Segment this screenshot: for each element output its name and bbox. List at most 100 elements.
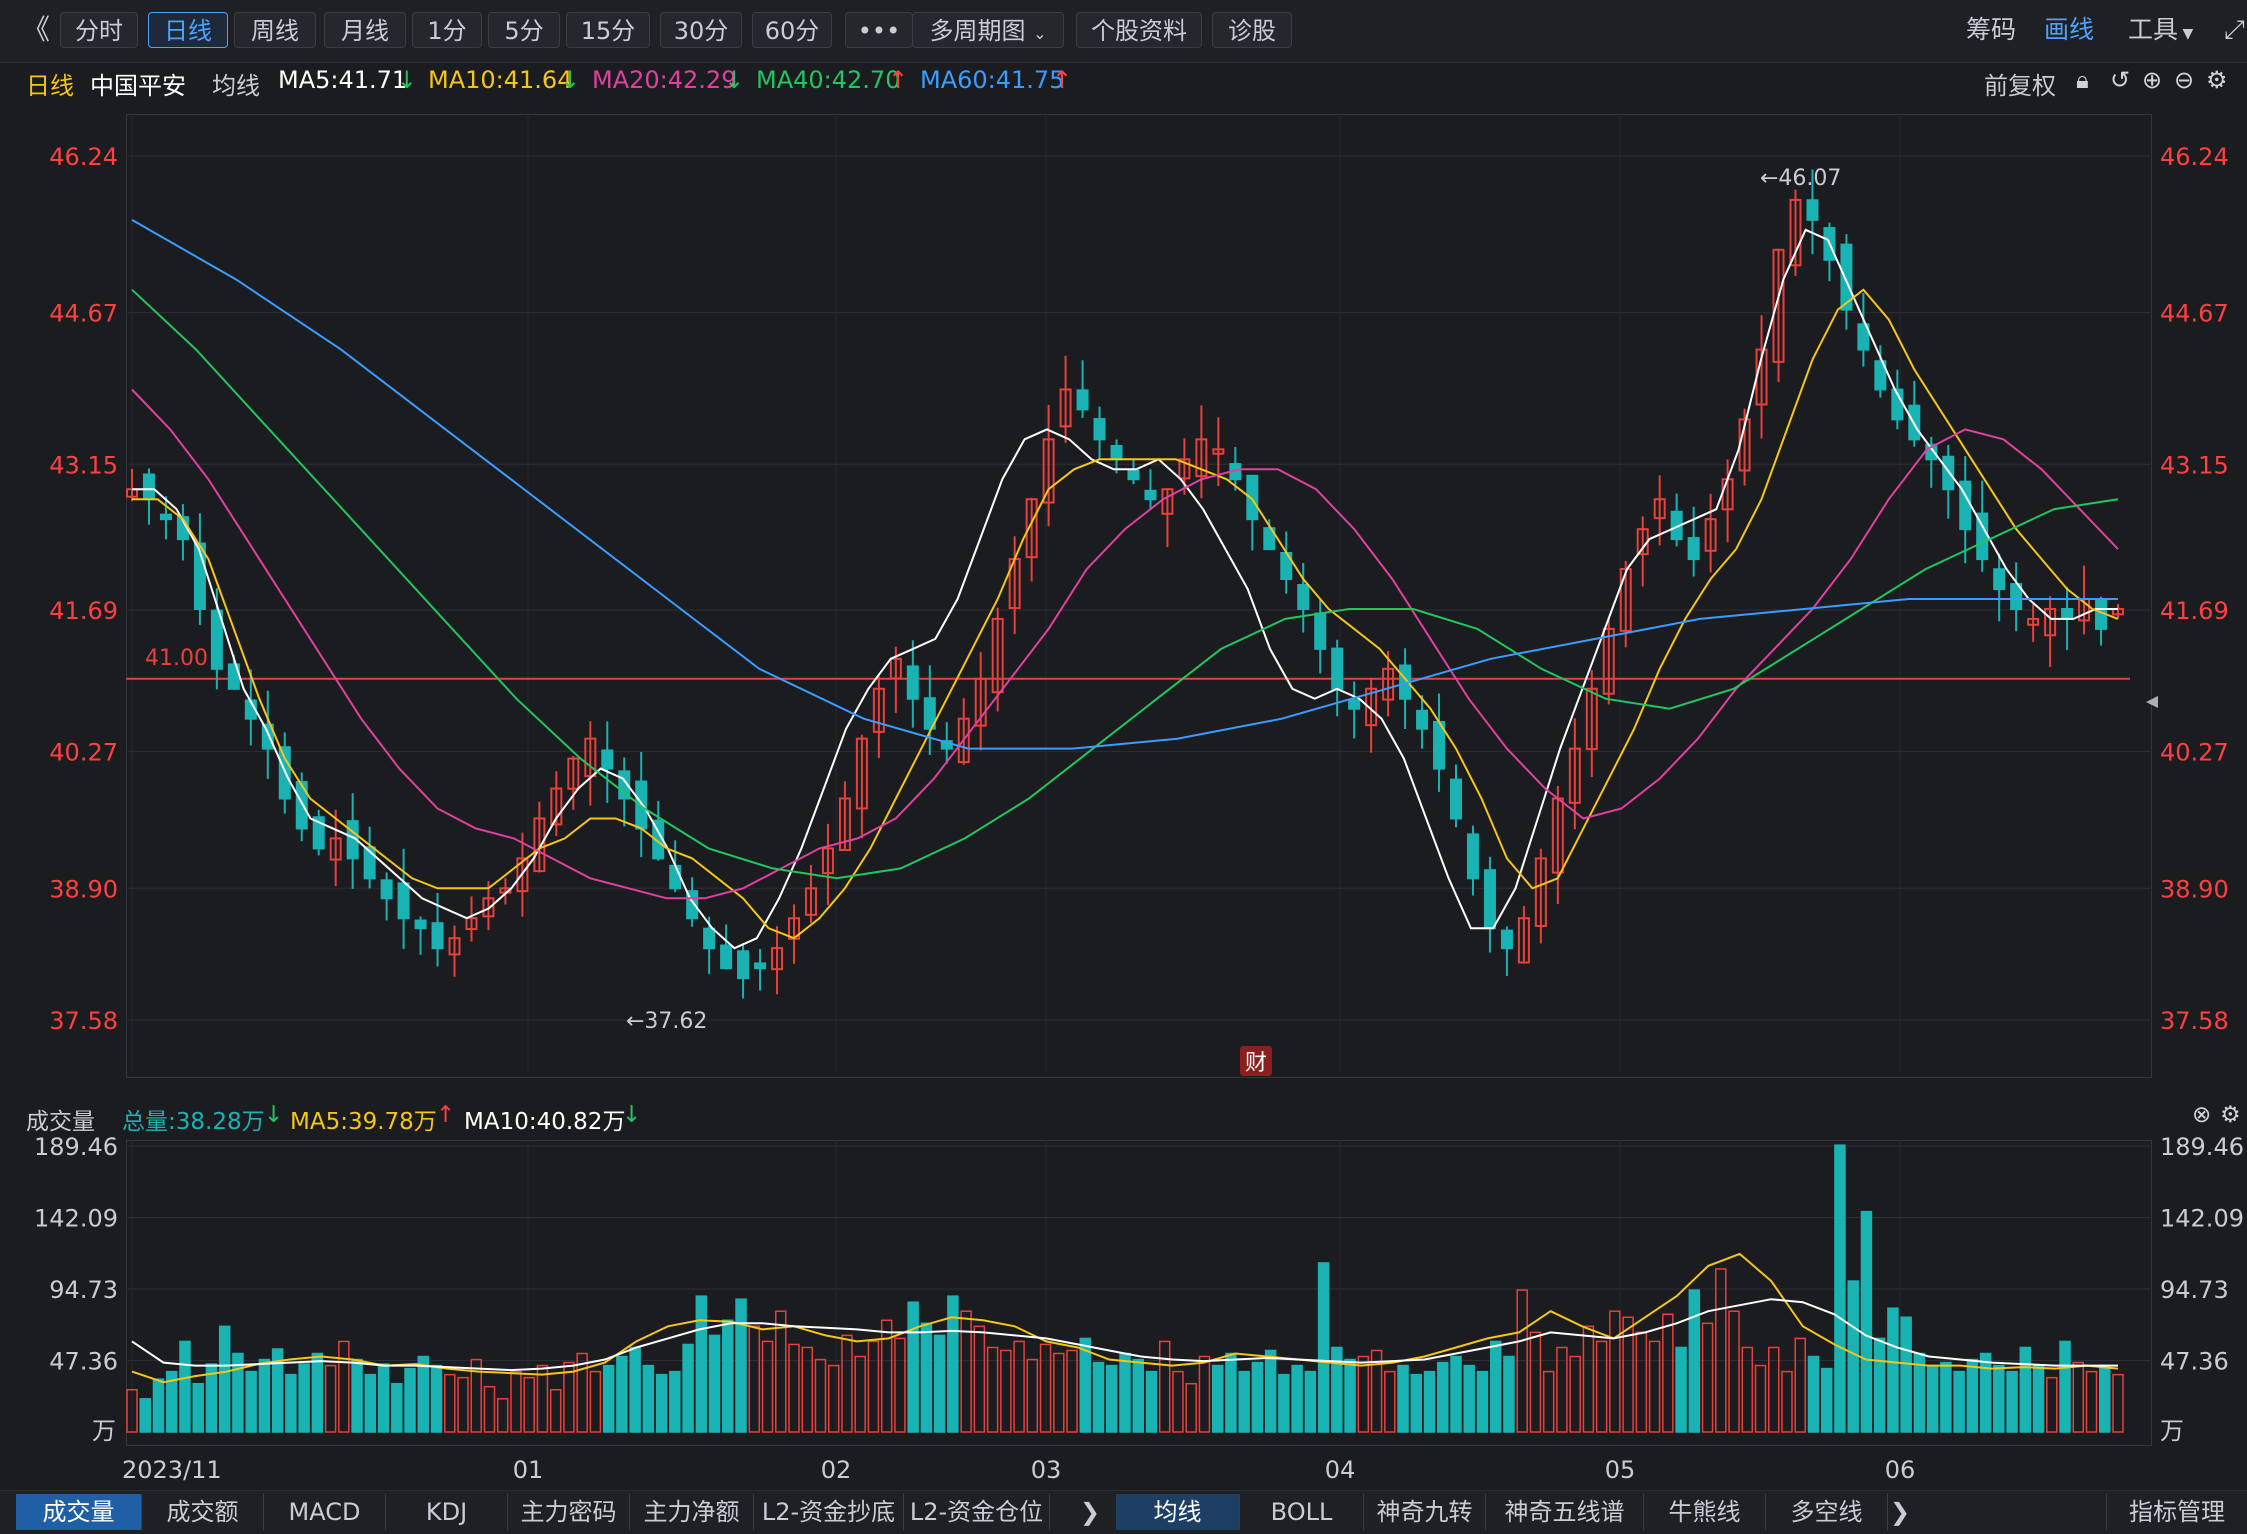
adjust-mode-label[interactable]: 前复权 bbox=[1984, 66, 2056, 101]
volume-tick-left: 94.73 bbox=[49, 1276, 118, 1304]
candle-body bbox=[703, 927, 716, 950]
zoom-out-icon[interactable]: ⊖ bbox=[2174, 66, 2194, 94]
tools-dropdown[interactable]: 工具 ▼ bbox=[2128, 12, 2193, 48]
lock-icon[interactable]: 🔒︎ bbox=[2076, 66, 2089, 94]
volume-bar bbox=[1119, 1352, 1131, 1433]
arrow-up-icon: ↑ bbox=[436, 1102, 456, 1128]
chevron-right-icon[interactable]: ❯ bbox=[1880, 1494, 1920, 1530]
indicator-tab[interactable]: MACD bbox=[264, 1494, 386, 1530]
candle-body bbox=[1993, 568, 2006, 590]
more-button[interactable]: ••• bbox=[845, 12, 913, 48]
volume-bar bbox=[894, 1337, 906, 1433]
period-tab[interactable]: 5分 bbox=[488, 12, 560, 48]
indicator-tab[interactable]: 成交额 bbox=[142, 1494, 264, 1530]
multi-period-dropdown[interactable]: 多周期图 ⌄ bbox=[912, 12, 1064, 48]
stock-info-button[interactable]: 个股资料 bbox=[1076, 12, 1202, 48]
candle-body bbox=[142, 473, 155, 501]
indicator-manage-button[interactable]: 指标管理 bbox=[2106, 1494, 2247, 1530]
price-tick-left: 46.24 bbox=[49, 143, 118, 171]
chevron-right-icon[interactable]: ❯ bbox=[1070, 1494, 1110, 1530]
volume-bar bbox=[1715, 1268, 1727, 1433]
settings-icon[interactable]: ⚙ bbox=[2220, 1102, 2241, 1128]
volume-bar bbox=[2099, 1364, 2111, 1433]
ma-settings-label[interactable]: 均线 bbox=[212, 66, 260, 101]
date-tick: 05 bbox=[1605, 1456, 1636, 1484]
volume-bar bbox=[1542, 1370, 1555, 1433]
overlay-tab[interactable]: 神奇九转 bbox=[1364, 1494, 1486, 1530]
volume-bar bbox=[523, 1376, 535, 1433]
settings-icon[interactable]: ⚙ bbox=[2206, 66, 2228, 94]
indicator-tab[interactable]: KDJ bbox=[386, 1494, 508, 1530]
volume-bar bbox=[814, 1358, 827, 1433]
zoom-in-icon[interactable]: ⊕ bbox=[2142, 66, 2162, 94]
period-tab[interactable]: 周线 bbox=[234, 12, 316, 48]
volume-bar bbox=[1873, 1337, 1886, 1433]
volume-bar bbox=[1569, 1355, 1581, 1433]
volume-chart[interactable]: 189.46 189.46 142.09 142.09 94.73 94.73 47.36 4… bbox=[0, 1136, 2247, 1490]
period-tab[interactable]: 15分 bbox=[566, 12, 650, 48]
volume-bar bbox=[695, 1295, 708, 1433]
period-tab[interactable]: 30分 bbox=[660, 12, 742, 48]
overlay-tab[interactable]: BOLL bbox=[1240, 1494, 1364, 1530]
double-chevron-left-icon[interactable]: 《 bbox=[22, 12, 50, 48]
volume-bar bbox=[1225, 1352, 1237, 1433]
candle-body bbox=[906, 665, 919, 700]
overlay-tab[interactable]: 均线 bbox=[1116, 1494, 1240, 1530]
ma-line-ma40 bbox=[131, 288, 2119, 880]
undo-icon[interactable]: ↺ bbox=[2110, 66, 2130, 94]
indicator-tab[interactable]: 主力密码 bbox=[508, 1494, 630, 1530]
price-tick-right: 37.58 bbox=[2160, 1007, 2229, 1035]
candlestick-chart[interactable]: 46.24 46.24 44.67 44.67 43.15 43.15 41.69 41.69… bbox=[0, 102, 2247, 1098]
volume-bar bbox=[1781, 1370, 1793, 1433]
overlay-tab[interactable]: 多空线 bbox=[1766, 1494, 1888, 1530]
volume-tick-right: 47.36 bbox=[2160, 1348, 2229, 1376]
volume-bar bbox=[854, 1355, 866, 1433]
volume-bar bbox=[1450, 1355, 1462, 1433]
price-tick-left: 37.58 bbox=[49, 1007, 118, 1035]
diagnose-button[interactable]: 诊股 bbox=[1212, 12, 1292, 48]
candle-body bbox=[1483, 869, 1496, 930]
price-tick-left: 44.67 bbox=[49, 300, 118, 328]
ma-indicator-bar: 日线 中国平安 均线 MA5:41.71 ↓ MA10:41.64 ↓ MA20:42.… bbox=[0, 62, 2247, 102]
volume-bar bbox=[1000, 1349, 1012, 1433]
indicator-tab[interactable]: L2-资金抄底 bbox=[754, 1494, 904, 1530]
volume-bar bbox=[735, 1298, 747, 1433]
volume-bar bbox=[258, 1358, 271, 1433]
date-tick: 01 bbox=[513, 1456, 544, 1484]
volume-header: 成交量 总量:38.28万 ↓ MA5:39.78万 ↑ MA10:40.82万… bbox=[0, 1098, 2247, 1136]
expand-icon[interactable]: ⤢ bbox=[2224, 12, 2245, 48]
volume-bar bbox=[1145, 1370, 1158, 1433]
volume-bar bbox=[1278, 1373, 1290, 1433]
price-tick-right: 43.15 bbox=[2160, 451, 2229, 479]
overlay-tab[interactable]: 牛熊线 bbox=[1644, 1494, 1766, 1530]
candle-body bbox=[1076, 389, 1089, 411]
volume-unit-right: 万 bbox=[2160, 1417, 2184, 1445]
volume-bar bbox=[920, 1322, 933, 1433]
volume-bar bbox=[722, 1319, 734, 1433]
chips-button[interactable]: 筹码 bbox=[1966, 12, 2016, 48]
volume-bar bbox=[1211, 1364, 1224, 1433]
candle-body bbox=[1348, 699, 1361, 710]
reference-line-label: 41.00 bbox=[145, 646, 208, 671]
period-tab[interactable]: 日线 bbox=[148, 12, 228, 48]
draw-line-button[interactable]: 画线 bbox=[2044, 12, 2094, 48]
indicator-tab[interactable]: 主力净额 bbox=[630, 1494, 754, 1530]
candle-body bbox=[380, 879, 393, 900]
volume-bar bbox=[1158, 1340, 1171, 1433]
volume-ma10: MA10:40.82万 bbox=[464, 1109, 626, 1135]
date-tick: 03 bbox=[1031, 1456, 1062, 1484]
volume-bar bbox=[1357, 1355, 1370, 1433]
volume-bar bbox=[1066, 1349, 1078, 1433]
period-tab[interactable]: 1分 bbox=[412, 12, 482, 48]
candle-body bbox=[1297, 584, 1310, 610]
period-tab[interactable]: 60分 bbox=[752, 12, 832, 48]
close-icon[interactable]: ⊗ bbox=[2192, 1102, 2211, 1128]
period-tab[interactable]: 分时 bbox=[60, 12, 138, 48]
multi-period-label: 多周期图 bbox=[929, 17, 1026, 45]
volume-bar bbox=[1648, 1340, 1661, 1433]
period-tab[interactable]: 月线 bbox=[324, 12, 406, 48]
indicator-tab[interactable]: 成交量 bbox=[16, 1494, 142, 1530]
overlay-tab[interactable]: 神奇五线谱 bbox=[1486, 1494, 1644, 1530]
indicator-tab[interactable]: L2-资金仓位 bbox=[904, 1494, 1050, 1530]
volume-bar bbox=[338, 1340, 350, 1433]
